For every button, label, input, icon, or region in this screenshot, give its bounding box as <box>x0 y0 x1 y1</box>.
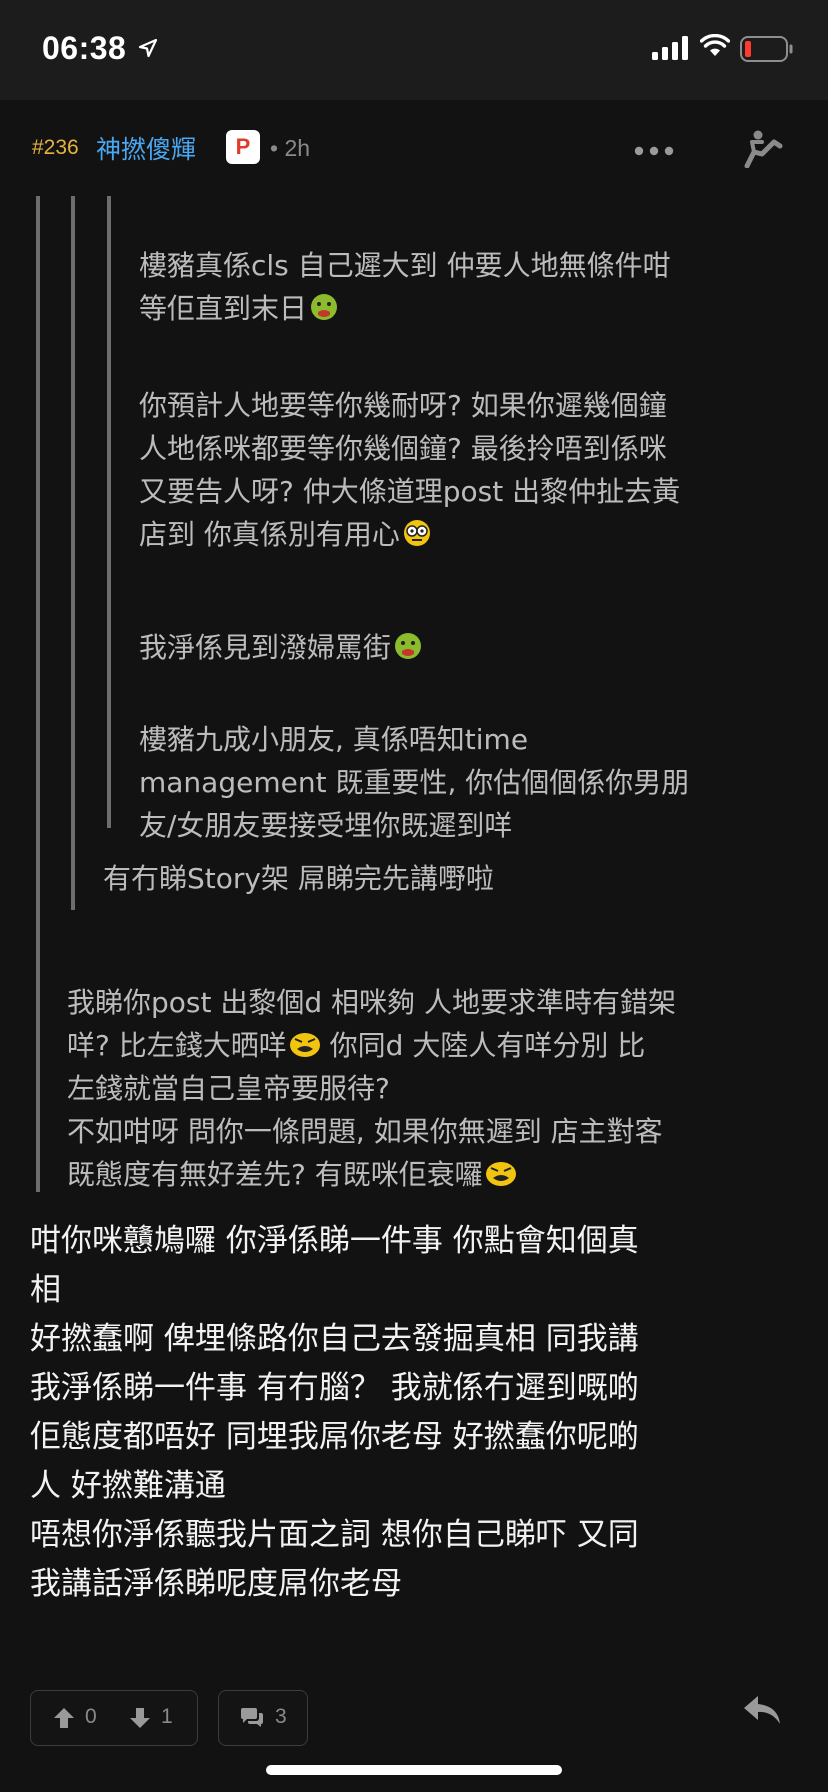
quote-level1-text: 我睇你post 出黎個d 相咪夠 人地要求準時有錯架 咩? 比左錢大晒咩 你同d… <box>67 938 807 1196</box>
quote-text: 樓豬九成小朋友, 真係唔知time management 既重要性, 你估個個係… <box>139 723 690 842</box>
comment-icon <box>241 1708 263 1727</box>
poster-badge: P <box>226 130 260 164</box>
nauseated-emoji-icon <box>395 633 422 659</box>
cellular-signal-icon <box>652 36 688 60</box>
post-time: • 2h <box>270 135 311 161</box>
more-icon[interactable] <box>634 146 674 156</box>
quote-level3-paragraph-3: 我淨係見到潑婦罵街 <box>139 583 799 669</box>
nauseated-emoji-icon <box>311 294 338 320</box>
status-bar: 06:38 <box>0 0 828 100</box>
quote-icon[interactable] <box>742 128 784 168</box>
quote-level3-paragraph-2: 你預計人地要等你幾耐呀? 如果你遲幾個鐘 人地係咪都要等你幾個鐘? 最後拎唔到係… <box>139 341 799 556</box>
floor-number[interactable]: #236 <box>32 136 79 160</box>
quote-text: 樓豬真係cls 自己遲大到 仲要人地無條件咁 等佢直到末日 <box>139 249 671 325</box>
quote-level3-paragraph-4: 樓豬九成小朋友, 真係唔知time management 既重要性, 你估個個係… <box>139 675 799 847</box>
upvote-count: 0 <box>85 1705 97 1728</box>
post-header: #236 神撚傻輝 P • 2h <box>0 100 828 196</box>
status-time: 06:38 <box>42 30 127 66</box>
username[interactable]: 神撚傻輝 <box>96 130 196 166</box>
vote-box: 0 1 <box>30 1690 198 1746</box>
quote-bar-level1 <box>36 196 40 1192</box>
battery-low-icon <box>740 36 793 62</box>
reply-body: 咁你咪戇鳩囉 你淨係睇一件事 你點會知個真 相 好撚蠢啊 俾埋條路你自己去發掘真… <box>30 1223 639 1602</box>
location-arrow-icon <box>138 38 158 58</box>
home-indicator[interactable] <box>266 1765 562 1775</box>
reply-count-button[interactable]: 3 <box>218 1690 308 1746</box>
wifi-icon <box>700 34 730 56</box>
upvote-icon[interactable] <box>53 1707 75 1729</box>
reply-count: 3 <box>275 1705 287 1728</box>
quote-level3-paragraph-1: 樓豬真係cls 自己遲大到 仲要人地無條件咁 等佢直到末日 <box>139 201 799 330</box>
reply-arrow-icon[interactable] <box>742 1694 782 1726</box>
downvote-count: 1 <box>161 1705 173 1728</box>
quote-bar-level2 <box>71 196 75 910</box>
quote-text: 我淨係見到潑婦罵街 <box>139 631 392 664</box>
dizzy-glasses-emoji-icon <box>403 520 430 546</box>
quote-bar-level3 <box>107 196 111 828</box>
quote-level2-text: 有冇睇Story架 屌睇完先講嘢啦 <box>103 862 494 895</box>
downvote-icon[interactable] <box>129 1707 151 1729</box>
angry-emoji-icon <box>289 1033 320 1057</box>
angry-emoji-icon <box>485 1162 516 1186</box>
screen: 06:38 #236 神撚傻輝 P • 2h 樓豬真係cls 自己遲大到 仲要人… <box>0 0 828 1792</box>
